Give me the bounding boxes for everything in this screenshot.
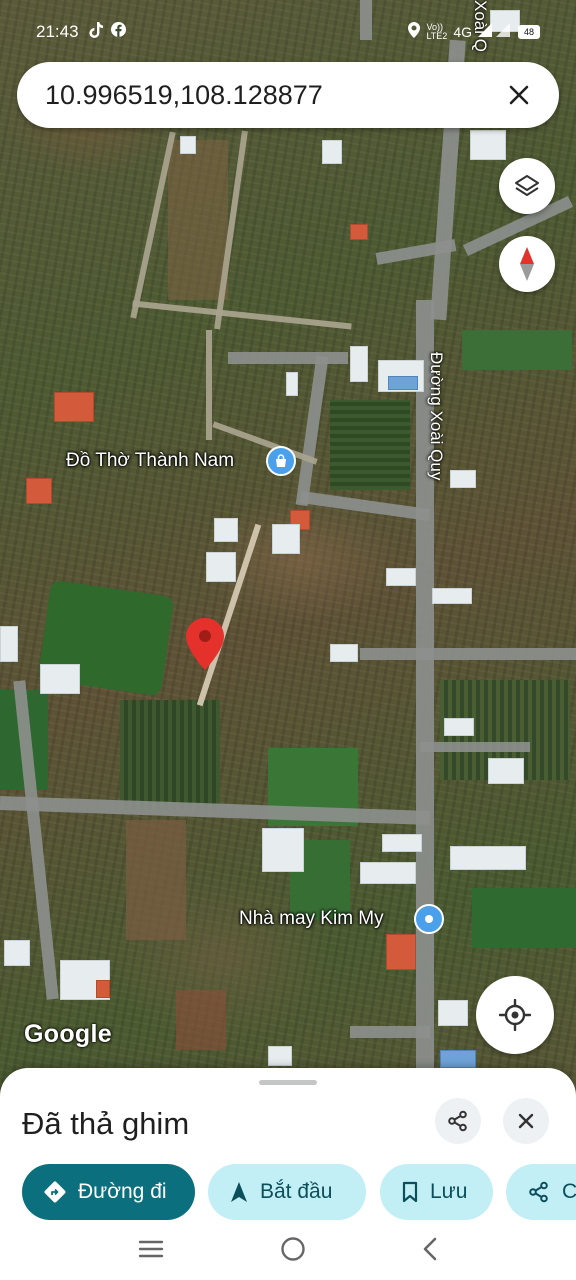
building xyxy=(206,552,236,582)
building xyxy=(330,644,358,662)
building xyxy=(96,980,110,998)
location-icon xyxy=(408,21,421,43)
directions-label: Đường đi xyxy=(78,1180,167,1203)
green-field xyxy=(472,888,576,948)
share-icon xyxy=(448,1110,467,1132)
building xyxy=(40,664,80,694)
building xyxy=(470,130,506,160)
building xyxy=(450,470,476,488)
recent-apps-icon[interactable] xyxy=(138,1239,164,1264)
building xyxy=(54,392,94,422)
map-pin-icon[interactable] xyxy=(414,904,444,934)
building xyxy=(382,834,422,852)
green-field xyxy=(462,330,572,370)
facebook-icon xyxy=(110,22,126,42)
poi-label-temple[interactable]: Đồ Thờ Thành Nam xyxy=(66,450,234,472)
subdivision-road xyxy=(132,300,352,330)
save-label: Lưu xyxy=(430,1180,468,1203)
subdivision-road xyxy=(206,330,212,440)
network-indicator: Vo)) LTE2 xyxy=(426,23,447,41)
building xyxy=(26,478,52,504)
start-label: Bắt đầu xyxy=(260,1180,333,1203)
building xyxy=(180,136,196,154)
orchard-field xyxy=(120,700,220,810)
search-query[interactable]: 10.996519,108.128877 xyxy=(45,80,503,111)
building xyxy=(360,862,416,884)
road xyxy=(420,742,530,752)
layers-button[interactable] xyxy=(499,158,555,214)
building xyxy=(386,934,416,970)
building xyxy=(4,940,30,966)
directions-icon xyxy=(44,1181,66,1203)
building xyxy=(432,588,472,604)
sheet-title: Đã thả ghim xyxy=(22,1106,190,1141)
orchard-field xyxy=(330,400,410,490)
network-type: 4G xyxy=(453,24,472,40)
close-sheet-button[interactable] xyxy=(503,1098,549,1144)
bare-field xyxy=(176,990,226,1050)
building xyxy=(438,1000,468,1026)
building xyxy=(488,758,524,784)
my-location-icon xyxy=(499,999,531,1031)
compass-button[interactable] xyxy=(499,236,555,292)
shopping-bag-icon[interactable] xyxy=(266,446,296,476)
building xyxy=(214,518,238,542)
bare-field xyxy=(168,140,228,300)
building xyxy=(386,568,416,586)
building xyxy=(0,626,18,662)
my-location-button[interactable] xyxy=(476,976,554,1054)
start-button[interactable]: Bắt đầu xyxy=(208,1164,366,1220)
building xyxy=(350,346,368,382)
layers-icon xyxy=(515,175,539,196)
building xyxy=(262,828,304,872)
road xyxy=(228,352,348,364)
building xyxy=(272,524,300,554)
action-chips: Đường đi Bắt đầu Lưu Ch xyxy=(22,1164,576,1220)
search-bar[interactable]: 10.996519,108.128877 xyxy=(17,62,559,128)
status-bar: 21:43 Vo)) LTE2 4G 48 xyxy=(0,16,576,48)
signal-icon xyxy=(478,22,512,42)
bookmark-icon xyxy=(402,1181,418,1203)
share-chip[interactable]: Ch xyxy=(506,1164,576,1220)
system-nav-bar xyxy=(0,1222,576,1280)
share-label: Ch xyxy=(562,1180,576,1203)
back-icon[interactable] xyxy=(422,1237,438,1266)
building xyxy=(440,1050,476,1068)
road xyxy=(350,1026,430,1038)
close-icon xyxy=(518,1113,534,1129)
close-icon[interactable] xyxy=(503,79,535,111)
building xyxy=(450,846,526,870)
network-bottom: LTE2 xyxy=(426,31,448,41)
directions-button[interactable]: Đường đi xyxy=(22,1164,195,1220)
building xyxy=(322,140,342,164)
road xyxy=(299,491,431,521)
building xyxy=(388,376,418,390)
road xyxy=(295,355,329,507)
google-logo: Google xyxy=(24,1020,112,1048)
share-icon xyxy=(529,1181,548,1203)
dropped-pin-icon[interactable] xyxy=(186,618,224,670)
building xyxy=(286,372,298,396)
bare-field xyxy=(126,820,186,940)
navigation-arrow-icon xyxy=(231,1182,247,1202)
drag-handle[interactable] xyxy=(259,1080,317,1085)
tiktok-icon xyxy=(88,21,103,43)
home-icon[interactable] xyxy=(280,1236,306,1267)
building xyxy=(444,718,474,736)
battery-icon: 48 xyxy=(518,25,540,39)
satellite-map[interactable]: Xoài Q Đường Xoài Quy Đồ Thờ Thành Nam N… xyxy=(0,0,576,1120)
poi-label-shop[interactable]: Nhà may Kim My xyxy=(239,908,384,930)
compass-icon xyxy=(520,247,534,281)
building xyxy=(350,224,368,240)
road xyxy=(360,648,576,660)
road-label: Đường Xoài Quy xyxy=(427,352,446,481)
save-button[interactable]: Lưu xyxy=(380,1164,493,1220)
status-time: 21:43 xyxy=(36,22,79,41)
share-button[interactable] xyxy=(435,1098,481,1144)
building xyxy=(268,1046,292,1066)
